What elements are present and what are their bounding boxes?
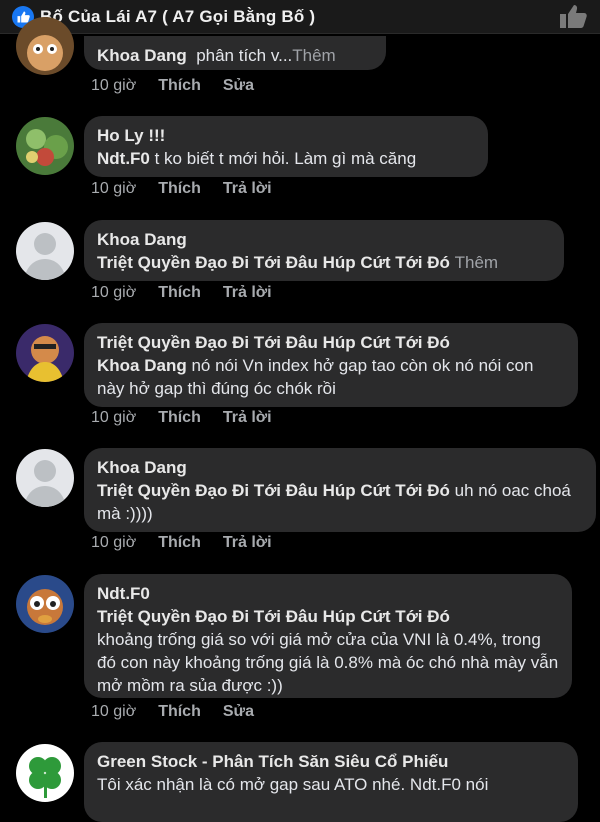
reply-button[interactable]: Trả lời <box>223 409 272 427</box>
comment-bubble: Khoa Dang phân tích v...Thêm <box>84 36 386 70</box>
comment-author[interactable]: Ho Ly !!! <box>97 124 475 147</box>
comment-text: t ko biết t mới hỏi. Làm gì mà căng <box>149 149 417 168</box>
comment-actions: 10 giờ Thích Trả lời <box>91 284 272 302</box>
comment-bubble: Ho Ly !!! Ndt.F0 t ko biết t mới hỏi. Là… <box>84 116 488 177</box>
timestamp[interactable]: 10 giờ <box>91 409 136 427</box>
comment-bubble: Green Stock - Phân Tích Săn Siêu Cổ Phiế… <box>84 742 578 822</box>
avatar[interactable] <box>16 117 74 175</box>
comment-text: Tôi xác nhận là có mở gap sau ATO nhé. N… <box>97 775 489 794</box>
comment-bubble: Khoa Dang Triệt Quyền Đạo Đi Tới Đâu Húp… <box>84 448 596 532</box>
mention-link[interactable]: Ndt.F0 <box>97 149 150 168</box>
page-header: Bố Của Lái A7 ( A7 Gọi Bằng Bố ) <box>0 0 600 34</box>
timestamp[interactable]: 10 giờ <box>91 534 136 552</box>
avatar[interactable] <box>16 222 74 280</box>
mention-link[interactable]: Triệt Quyền Đạo Đi Tới Đâu Húp Cứt Tới Đ… <box>97 253 450 272</box>
mention-link[interactable]: Triệt Quyền Đạo Đi Tới Đâu Húp Cứt Tới Đ… <box>97 607 450 626</box>
like-button[interactable]: Thích <box>158 77 201 95</box>
edit-button[interactable]: Sửa <box>223 703 254 721</box>
like-button[interactable]: Thích <box>158 703 201 721</box>
avatar[interactable] <box>16 17 74 75</box>
comment-author[interactable]: Khoa Dang <box>97 46 187 65</box>
mention-link[interactable]: Triệt Quyền Đạo Đi Tới Đâu Húp Cứt Tới Đ… <box>97 481 450 500</box>
group-title[interactable]: Bố Của Lái A7 ( A7 Gọi Bằng Bố ) <box>40 7 315 27</box>
timestamp[interactable]: 10 giờ <box>91 703 136 721</box>
comment-author[interactable]: Green Stock - Phân Tích Săn Siêu Cổ Phiế… <box>97 750 565 773</box>
like-button[interactable]: Thích <box>158 409 201 427</box>
comment-bubble: Triệt Quyền Đạo Đi Tới Đâu Húp Cứt Tới Đ… <box>84 323 578 407</box>
like-button[interactable]: Thích <box>158 284 201 302</box>
comment-actions: 10 giờ Thích Sửa <box>91 703 254 721</box>
timestamp[interactable]: 10 giờ <box>91 284 136 302</box>
avatar[interactable] <box>16 575 74 633</box>
timestamp[interactable]: 10 giờ <box>91 77 136 95</box>
reply-button[interactable]: Trả lời <box>223 180 272 198</box>
reply-button[interactable]: Trả lời <box>223 284 272 302</box>
comment-text: khoảng trống giá so với giá mở cửa của V… <box>97 630 559 695</box>
reply-button[interactable]: Trả lời <box>223 534 272 552</box>
see-more-link[interactable]: Thêm <box>455 253 498 272</box>
comment-bubble: Ndt.F0 Triệt Quyền Đạo Đi Tới Đâu Húp Cứ… <box>84 574 572 698</box>
comment-author[interactable]: Khoa Dang <box>97 456 583 479</box>
comment-actions: 10 giờ Thích Trả lời <box>91 180 272 198</box>
like-button[interactable]: Thích <box>158 180 201 198</box>
avatar[interactable] <box>16 324 74 382</box>
comment-actions: 10 giờ Thích Trả lời <box>91 534 272 552</box>
comment-author[interactable]: Triệt Quyền Đạo Đi Tới Đâu Húp Cứt Tới Đ… <box>97 331 565 354</box>
comment-author[interactable]: Khoa Dang <box>97 228 551 251</box>
mention-link[interactable]: Khoa Dang <box>97 356 187 375</box>
comment-bubble: Khoa Dang Triệt Quyền Đạo Đi Tới Đâu Húp… <box>84 220 564 281</box>
see-more-link[interactable]: Thêm <box>292 46 335 65</box>
comment-actions: 10 giờ Thích Trả lời <box>91 409 272 427</box>
avatar[interactable] <box>16 449 74 507</box>
edit-button[interactable]: Sửa <box>223 77 254 95</box>
like-button[interactable]: Thích <box>158 534 201 552</box>
timestamp[interactable]: 10 giờ <box>91 180 136 198</box>
avatar[interactable] <box>16 744 74 802</box>
comment-text: phân tích v... <box>196 46 293 65</box>
comment-actions: 10 giờ Thích Sửa <box>91 77 254 95</box>
like-icon[interactable] <box>558 2 588 30</box>
comment-author[interactable]: Ndt.F0 <box>97 582 559 605</box>
